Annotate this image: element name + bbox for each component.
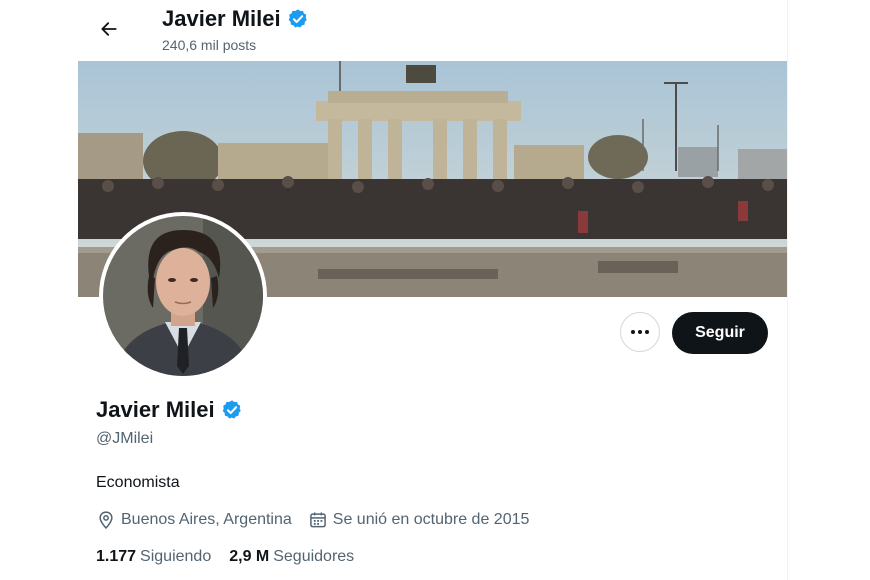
followers-link[interactable]: 2,9 M Seguidores — [229, 548, 354, 566]
back-button[interactable] — [92, 12, 126, 46]
following-link[interactable]: 1.177 Siguiendo — [96, 548, 211, 566]
more-options-button[interactable] — [620, 312, 660, 352]
profile-column: Javier Milei 240,6 mil posts Seguir Javi… — [78, 0, 787, 580]
following-label: Siguiendo — [140, 548, 212, 565]
more-horizontal-icon — [631, 330, 649, 334]
header-post-count: 240,6 mil posts — [162, 37, 257, 53]
verified-badge-icon — [288, 9, 307, 28]
profile-handle: @JMilei — [96, 430, 154, 447]
profile-display-name: Javier Milei — [96, 397, 243, 423]
header-name: Javier Milei — [162, 6, 281, 31]
location-text: Buenos Aires, Argentina — [121, 511, 292, 528]
followers-count: 2,9 M — [229, 548, 270, 565]
location-pin-icon — [99, 511, 113, 529]
arrow-left-icon — [101, 22, 117, 36]
profile-meta: Buenos Aires, Argentina Se unió en octub… — [96, 510, 545, 530]
header-title: Javier Milei — [162, 6, 309, 32]
verified-badge-icon[interactable] — [221, 399, 243, 421]
profile-header-bar: Javier Milei 240,6 mil posts — [78, 0, 787, 60]
followers-label: Seguidores — [273, 548, 355, 565]
following-count: 1.177 — [96, 548, 137, 565]
profile-counts: 1.177 Siguiendo 2,9 M Seguidores — [96, 548, 372, 566]
profile-join-date: Se unió en octubre de 2015 — [308, 510, 530, 530]
follow-button[interactable]: Seguir — [672, 312, 768, 354]
calendar-icon — [309, 512, 326, 528]
join-date-text: Se unió en octubre de 2015 — [332, 511, 530, 528]
profile-name-text: Javier Milei — [96, 397, 215, 422]
profile-avatar[interactable] — [99, 212, 267, 380]
profile-bio: Economista — [96, 474, 180, 491]
column-divider — [787, 0, 788, 580]
profile-location: Buenos Aires, Argentina — [96, 510, 292, 530]
